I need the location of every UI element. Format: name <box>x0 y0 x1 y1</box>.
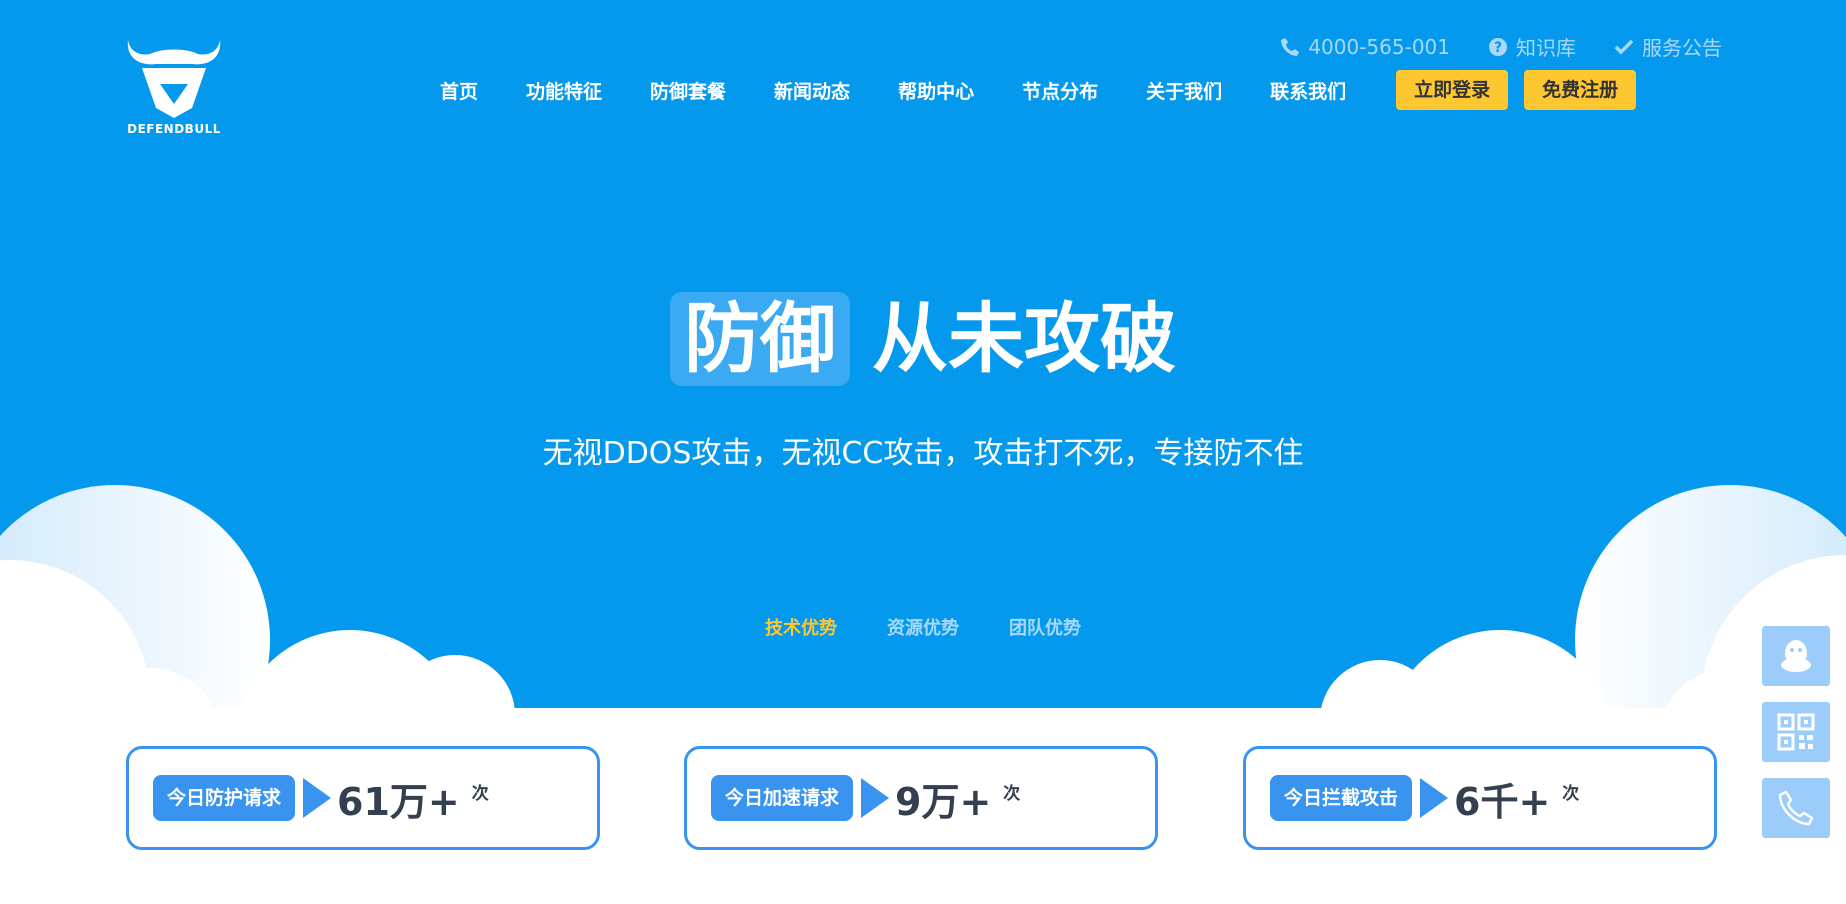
stat-unit: 次 <box>1003 784 1021 804</box>
arrow-right-icon <box>1420 778 1449 818</box>
qrcode-button[interactable] <box>1761 701 1831 763</box>
nav-item-about[interactable]: 关于我们 <box>1146 77 1222 104</box>
arrow-right-icon <box>861 778 890 818</box>
stat-label: 今日防护请求 <box>153 775 296 821</box>
nav-item-features[interactable]: 功能特征 <box>526 77 602 104</box>
advantage-tabs: 技术优势 资源优势 团队优势 <box>0 614 1846 640</box>
question-icon: ? <box>1489 37 1507 56</box>
nav-item-help[interactable]: 帮助中心 <box>898 77 974 104</box>
stat-card-acceleration: 今日加速请求 9万+ 次 <box>684 746 1158 850</box>
stat-card-blocked: 今日拦截攻击 6千+ 次 <box>1243 746 1717 850</box>
nav-item-nodes[interactable]: 节点分布 <box>1022 77 1098 104</box>
stat-unit: 次 <box>471 784 489 804</box>
login-button[interactable]: 立即登录 <box>1396 70 1509 110</box>
hero-title-highlight: 防御 <box>670 292 850 386</box>
nav-item-home[interactable]: 首页 <box>440 77 478 104</box>
stat-card-protection: 今日防护请求 61万+ 次 <box>126 746 600 850</box>
tab-resource[interactable]: 资源优势 <box>887 614 959 640</box>
svg-text:?: ? <box>1494 40 1502 56</box>
tab-team[interactable]: 团队优势 <box>1009 614 1081 640</box>
main-nav: 首页 功能特征 防御套餐 新闻动态 帮助中心 节点分布 关于我们 联系我们 立即… <box>440 70 1650 110</box>
knowledge-label: 知识库 <box>1516 36 1576 60</box>
phone-icon <box>1778 790 1814 826</box>
tab-tech[interactable]: 技术优势 <box>765 614 837 640</box>
hero-subtitle: 无视DDOS攻击，无视CC攻击，攻击打不死，专接防不住 <box>542 436 1304 471</box>
stat-value: 6千+ <box>1454 779 1551 824</box>
nav-item-contact[interactable]: 联系我们 <box>1270 77 1346 104</box>
top-utility-bar: 4000-565-001 ? 知识库 服务公告 <box>1280 32 1722 61</box>
phone-icon <box>1281 37 1300 56</box>
brand-name: DEFENDBULL <box>127 122 221 136</box>
register-button[interactable]: 免费注册 <box>1524 70 1637 110</box>
stat-value: 9万+ <box>895 779 992 824</box>
stat-label: 今日加速请求 <box>711 775 854 821</box>
stat-value: 61万+ <box>337 779 460 824</box>
phone-link[interactable]: 4000-565-001 <box>1280 32 1450 61</box>
notice-label: 服务公告 <box>1642 36 1722 60</box>
nav-item-news[interactable]: 新闻动态 <box>774 77 850 104</box>
phone-number: 4000-565-001 <box>1308 34 1450 59</box>
qq-contact-button[interactable] <box>1761 625 1831 687</box>
stat-unit: 次 <box>1562 784 1580 804</box>
check-icon <box>1614 39 1634 54</box>
arrow-right-icon <box>303 778 332 818</box>
hero-title: 防御 从未攻破 <box>0 292 1846 386</box>
hero-title-rest: 从未攻破 <box>872 294 1176 383</box>
hero-banner: DEFENDBULL 4000-565-001 ? 知识库 服务公告 首页 功能… <box>0 0 1846 708</box>
notice-link[interactable]: 服务公告 <box>1614 32 1722 61</box>
qrcode-icon <box>1777 713 1815 751</box>
qq-icon <box>1781 640 1811 672</box>
stat-label: 今日拦截攻击 <box>1270 775 1413 821</box>
nav-item-plans[interactable]: 防御套餐 <box>650 77 726 104</box>
knowledge-link[interactable]: ? 知识库 <box>1488 32 1576 61</box>
phone-contact-button[interactable] <box>1761 777 1831 839</box>
